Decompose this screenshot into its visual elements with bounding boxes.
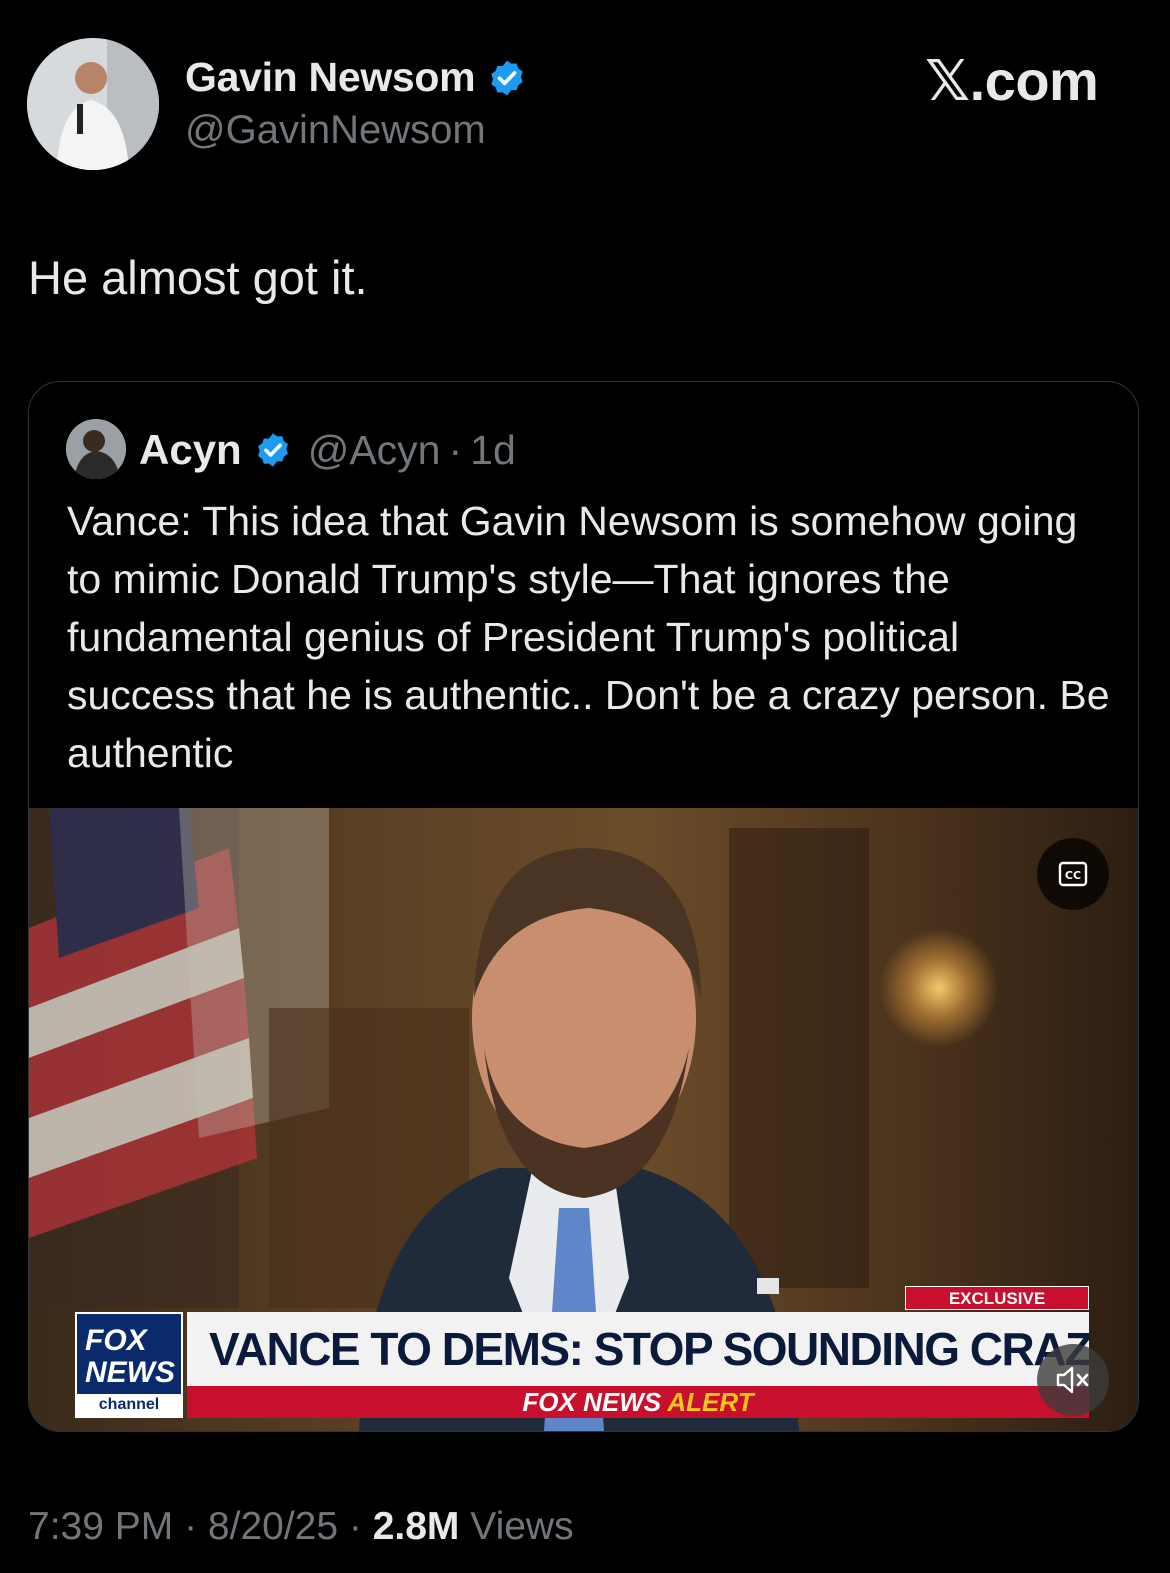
video-player[interactable]: CC EXCLUSIVE FOX NEWS channel VANCE TO D… bbox=[29, 808, 1138, 1431]
logo-line1: FOX bbox=[85, 1324, 147, 1357]
tweet-meta: 7:39 PM · 8/20/25 · 2.8M Views bbox=[28, 1505, 574, 1549]
logo-line3: channel bbox=[77, 1394, 181, 1416]
separator-dot: · bbox=[448, 426, 463, 473]
quoted-tweet-text: Vance: This idea that Gavin Newsom is so… bbox=[67, 498, 1110, 776]
background-lamp bbox=[879, 928, 999, 1048]
alert-suffix: ALERT bbox=[667, 1387, 754, 1417]
tweet-text: He almost got it. bbox=[28, 251, 368, 304]
verified-badge-icon bbox=[257, 433, 288, 467]
quoted-author-name[interactable]: Acyn bbox=[139, 426, 242, 474]
author-display-name[interactable]: Gavin Newsom bbox=[185, 54, 476, 101]
news-alert-bar: FOX NEWS ALERT bbox=[187, 1386, 1089, 1418]
meta-dot: · bbox=[348, 1505, 373, 1548]
quoted-tweet-card[interactable]: Acyn @Acyn · 1d Vance: This idea that Ga… bbox=[28, 381, 1139, 1432]
author-avatar[interactable] bbox=[27, 38, 159, 170]
quoted-tweet-header: Acyn @Acyn · 1d bbox=[139, 422, 516, 478]
quoted-author-avatar[interactable] bbox=[66, 419, 126, 479]
x-watermark: 𝕏.com bbox=[925, 49, 1099, 112]
fox-news-logo: FOX NEWS channel bbox=[75, 1312, 183, 1418]
quoted-author-handle[interactable]: @Acyn bbox=[308, 427, 441, 474]
tweet-time[interactable]: 7:39 PM bbox=[28, 1505, 173, 1548]
verified-badge-icon bbox=[491, 60, 523, 95]
author-handle[interactable]: @GavinNewsom bbox=[185, 108, 486, 153]
views-label: Views bbox=[470, 1505, 574, 1548]
author-name-row: Gavin Newsom bbox=[185, 54, 527, 101]
quoted-tweet-age[interactable]: 1d bbox=[470, 427, 516, 474]
cc-icon: CC bbox=[1058, 861, 1088, 887]
meta-dot: · bbox=[184, 1505, 208, 1548]
speaker-muted-icon bbox=[1056, 1366, 1089, 1394]
views-count: 2.8M bbox=[372, 1505, 460, 1548]
captions-button[interactable]: CC bbox=[1037, 838, 1109, 910]
logo-line2: NEWS bbox=[85, 1356, 175, 1389]
exclusive-tag: EXCLUSIVE bbox=[905, 1286, 1089, 1310]
mute-button[interactable] bbox=[1037, 1344, 1109, 1416]
svg-text:CC: CC bbox=[1065, 869, 1081, 882]
tweet-date[interactable]: 8/20/25 bbox=[208, 1505, 338, 1548]
alert-prefix: FOX NEWS bbox=[522, 1387, 662, 1417]
news-headline: VANCE TO DEMS: STOP SOUNDING CRAZY bbox=[187, 1312, 1089, 1386]
